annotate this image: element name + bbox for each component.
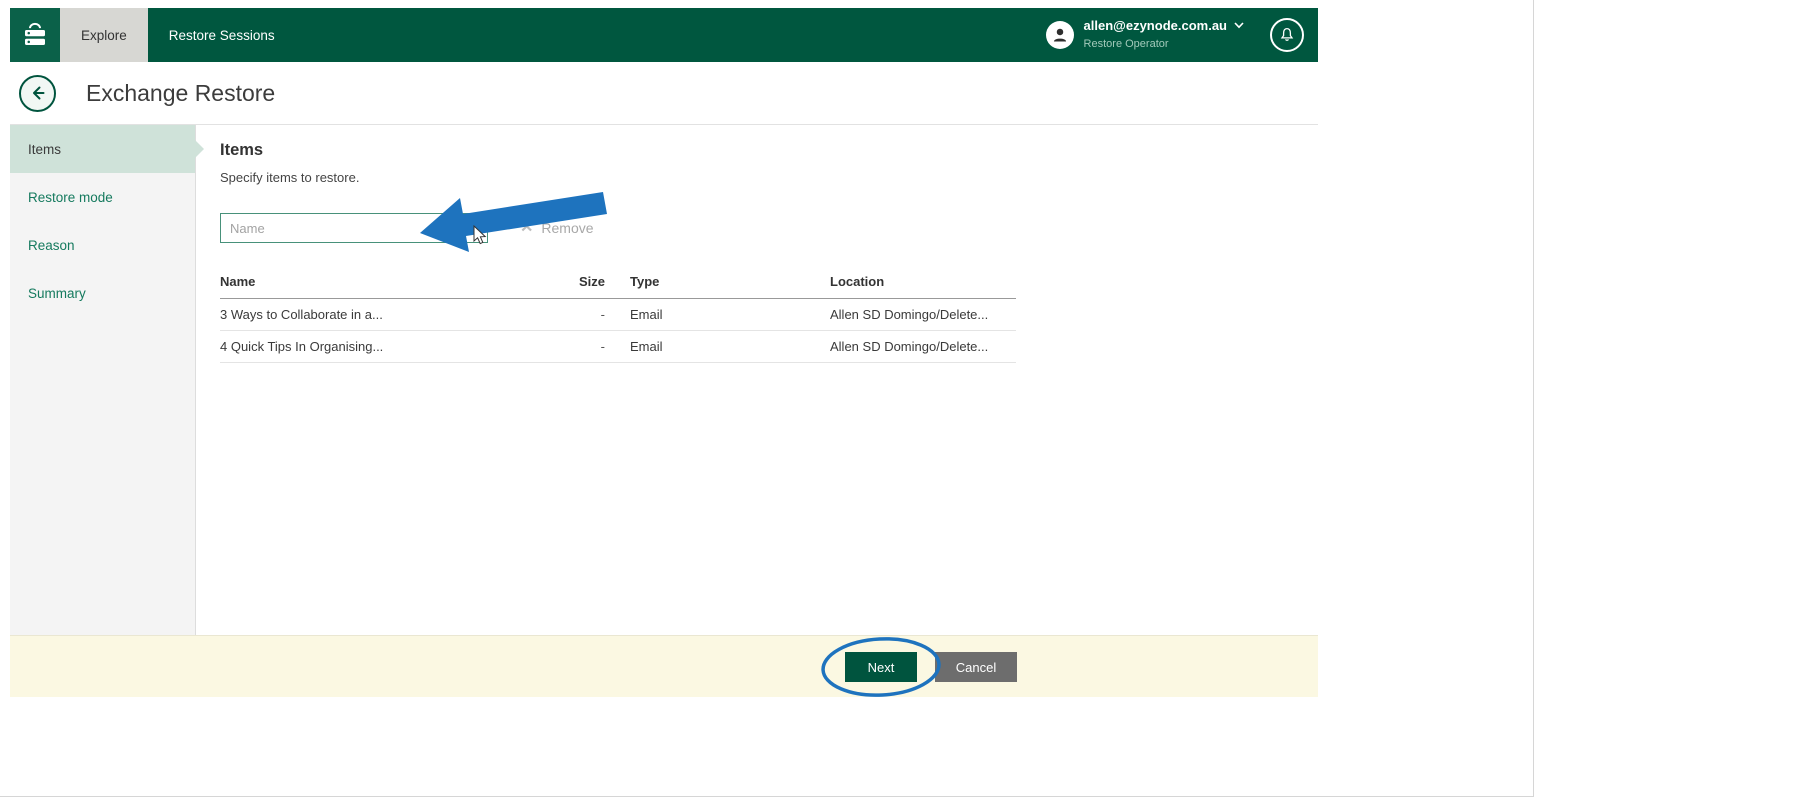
sidebar-item-items[interactable]: Items: [10, 125, 204, 173]
wizard-footer: Next Cancel: [10, 635, 1318, 697]
top-navigation-bar: Explore Restore Sessions allen@ezynode.c…: [10, 8, 1318, 62]
user-menu[interactable]: allen@ezynode.com.au Restore Operator: [1045, 18, 1244, 53]
tab-explore[interactable]: Explore: [60, 8, 148, 62]
step-label: Items: [28, 141, 62, 157]
user-email: allen@ezynode.com.au: [1084, 18, 1244, 34]
column-header-size[interactable]: Size: [565, 274, 605, 289]
user-text: allen@ezynode.com.au Restore Operator: [1084, 18, 1244, 53]
app-logo-icon: [25, 22, 45, 45]
cell-size: -: [600, 307, 605, 322]
back-button[interactable]: [19, 74, 56, 112]
section-description: Specify items to restore.: [220, 170, 360, 185]
step-content: Items Specify items to restore. ✕ Remove…: [196, 125, 1318, 635]
tab-restore-sessions-label: Restore Sessions: [168, 27, 275, 43]
cell-type: Email: [630, 339, 663, 354]
tab-restore-sessions[interactable]: Restore Sessions: [148, 8, 296, 62]
cell-location: Allen SD Domingo/Delete...: [830, 339, 989, 354]
column-header-name[interactable]: Name: [220, 274, 565, 289]
step-label: Summary: [28, 285, 86, 301]
items-table: Name Size Type Location 3 Ways to Collab…: [220, 265, 1016, 363]
step-label: Reason: [28, 237, 75, 253]
next-button[interactable]: Next: [845, 652, 917, 682]
table-row[interactable]: 3 Ways to Collaborate in a... - Email Al…: [220, 299, 1016, 331]
name-filter-input[interactable]: [220, 213, 488, 243]
cell-name: 4 Quick Tips In Organising...: [220, 339, 384, 354]
table-row[interactable]: 4 Quick Tips In Organising... - Email Al…: [220, 331, 1016, 363]
sidebar-item-restore-mode[interactable]: Restore mode: [10, 173, 195, 221]
chevron-down-icon: [1234, 22, 1244, 29]
app-logo[interactable]: [10, 8, 60, 62]
cell-name: 3 Ways to Collaborate in a...: [220, 307, 383, 322]
browser-viewport: Explore Restore Sessions allen@ezynode.c…: [0, 0, 1534, 797]
items-toolbar: ✕ Remove: [220, 213, 1318, 243]
wizard-steps-sidebar: Items Restore mode Reason Summary: [10, 125, 204, 635]
wizard-body: Items Restore mode Reason Summary Items …: [10, 125, 1318, 635]
user-role: Restore Operator: [1083, 38, 1169, 51]
page-header: Exchange Restore: [10, 62, 1318, 125]
page-title: Exchange Restore: [86, 79, 276, 106]
cell-location: Allen SD Domingo/Delete...: [830, 307, 989, 322]
bell-icon: [1280, 27, 1294, 41]
column-header-type[interactable]: Type: [605, 274, 830, 289]
column-header-location[interactable]: Location: [830, 274, 1016, 289]
cell-size: -: [600, 339, 605, 354]
cancel-button[interactable]: Cancel: [935, 652, 1017, 682]
topbar-right-group: allen@ezynode.com.au Restore Operator: [1045, 8, 1318, 62]
section-heading: Items: [220, 141, 264, 159]
remove-x-icon: ✕: [520, 219, 534, 236]
step-label: Restore mode: [28, 189, 113, 205]
sidebar-item-summary[interactable]: Summary: [10, 269, 195, 317]
person-icon: [1053, 28, 1066, 42]
sidebar-item-reason[interactable]: Reason: [10, 221, 195, 269]
notifications-button[interactable]: [1270, 18, 1304, 52]
remove-button-label: Remove: [541, 220, 594, 236]
user-email-label: allen@ezynode.com.au: [1083, 17, 1227, 33]
tab-explore-label: Explore: [81, 27, 127, 43]
remove-button[interactable]: ✕ Remove: [520, 219, 594, 237]
avatar: [1045, 21, 1074, 49]
back-arrow-icon: [32, 86, 44, 100]
items-table-header: Name Size Type Location: [220, 265, 1016, 299]
cell-type: Email: [630, 307, 663, 322]
app-window: Explore Restore Sessions allen@ezynode.c…: [10, 8, 1318, 697]
